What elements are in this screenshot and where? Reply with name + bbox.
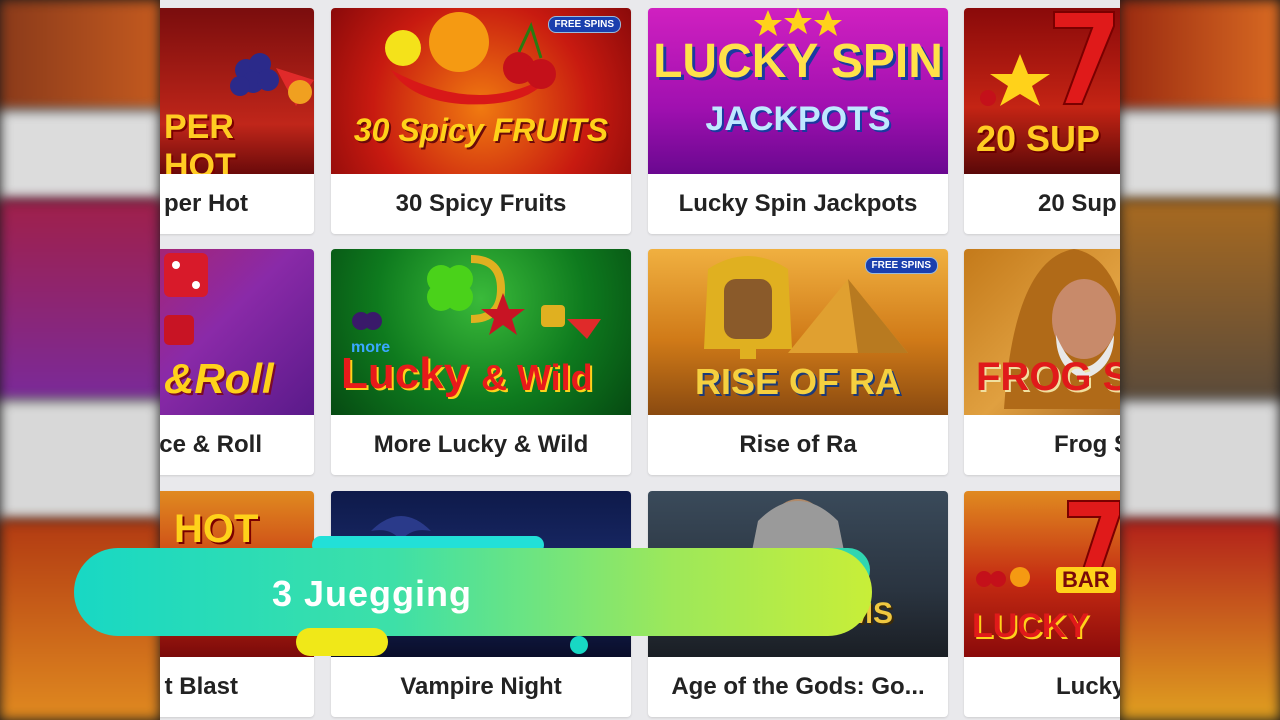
- thumb-title: LUCKY: [972, 607, 1090, 645]
- game-card-super-hot[interactable]: PER HOT per Hot: [160, 8, 314, 234]
- thumb-title: PER HOT: [164, 108, 236, 174]
- game-thumbnail: &Roll: [160, 249, 314, 415]
- game-card-more-lucky-wild[interactable]: more Lucky & Wild More Lucky & Wild: [331, 249, 631, 475]
- free-spins-badge: FREE SPINS: [547, 16, 621, 33]
- thumb-title: Lucky: [341, 349, 469, 398]
- thumb-title: 20 SUP: [976, 118, 1101, 159]
- game-thumbnail: more Lucky & Wild: [331, 249, 631, 415]
- game-title: Vampire Night: [400, 673, 562, 700]
- game-title: ce & Roll: [160, 431, 262, 458]
- stars-icon: [754, 8, 842, 36]
- game-card-lucky[interactable]: BAR LUCKY Lucky: [964, 491, 1120, 717]
- game-title: Age of the Gods: Go...: [671, 673, 925, 700]
- game-card-frog-story[interactable]: FROG S Frog S: [964, 249, 1120, 475]
- game-title: More Lucky & Wild: [373, 431, 589, 458]
- game-thumbnail: 20 SUP: [964, 8, 1120, 174]
- game-title: per Hot: [164, 190, 248, 217]
- game-thumbnail: BAR LUCKY: [964, 491, 1120, 657]
- caption-decoration-dot: [570, 636, 588, 654]
- game-thumbnail: PER HOT: [160, 8, 314, 174]
- thumb-title: &Roll: [164, 355, 274, 402]
- thumb-title: 30 Spicy FRUITS: [353, 112, 609, 148]
- game-title: Frog S: [1054, 431, 1120, 458]
- thumb-title: HOT: [174, 507, 259, 551]
- game-card-lucky-spin-jackpots[interactable]: LUCKY SPIN JACKPOTS Lucky Spin Jackpots: [648, 8, 948, 234]
- game-title: Rise of Ra: [739, 431, 857, 458]
- caption-text: 3 Juegging: [272, 573, 473, 614]
- game-title: 20 Sup: [1038, 190, 1117, 217]
- game-thumbnail: FROG S: [964, 249, 1120, 415]
- game-card-20-super-hot[interactable]: 20 SUP 20 Sup: [964, 8, 1120, 234]
- thumb-subtitle: & Wild: [481, 357, 593, 398]
- free-spins-badge: FREE SPINS: [864, 257, 938, 274]
- game-thumbnail: FREE SPINS 30 Spicy FRUITS: [331, 8, 631, 174]
- thumb-title: LUCKY SPIN: [653, 35, 943, 88]
- game-title: Lucky: [1056, 673, 1120, 700]
- game-card-dice-roll[interactable]: &Roll ce & Roll: [160, 249, 314, 475]
- right-blur-panel: [1120, 0, 1280, 720]
- game-thumbnail: LUCKY SPIN JACKPOTS: [648, 8, 948, 174]
- video-caption-banner: 3 Juegging: [74, 548, 872, 636]
- thumb-title: RISE OF RA: [694, 361, 901, 402]
- game-thumbnail: FREE SPINS RISE OF RA: [648, 249, 948, 415]
- game-title: t Blast: [164, 673, 238, 700]
- caption-decoration-yellow: [296, 628, 388, 656]
- game-card-30-spicy-fruits[interactable]: FREE SPINS 30 Spicy FRUITS 30 Spicy Frui…: [331, 8, 631, 234]
- thumb-badge: BAR: [1056, 567, 1116, 593]
- game-title: 30 Spicy Fruits: [395, 190, 567, 217]
- game-card-rise-of-ra[interactable]: FREE SPINS RISE OF RA Rise of Ra: [648, 249, 948, 475]
- thumb-subtitle: JACKPOTS: [705, 100, 891, 138]
- game-title: Lucky Spin Jackpots: [678, 190, 918, 217]
- thumb-title: FROG S: [976, 355, 1120, 399]
